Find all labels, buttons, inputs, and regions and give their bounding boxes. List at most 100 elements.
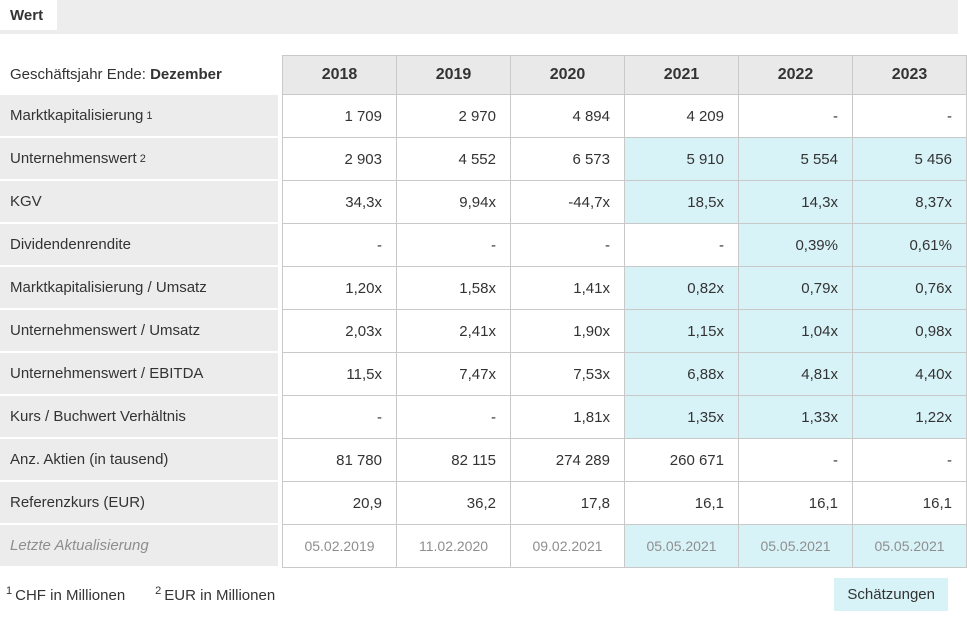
value-cell: 274 289 xyxy=(510,439,624,482)
row-label: Marktkapitalisierung 1 xyxy=(0,95,278,138)
value-cell: 16,1 xyxy=(852,482,967,525)
estimate-cell: 1,33x xyxy=(738,396,852,439)
year-header: 2020 xyxy=(510,55,624,95)
value-cell: 4 552 xyxy=(396,138,510,181)
value-cell: 1,41x xyxy=(510,267,624,310)
footnotes: 1 CHF in Millionen 2 EUR in Millionen xyxy=(6,585,275,604)
footnote-chf: 1 CHF in Millionen xyxy=(6,585,125,604)
value-cell: - xyxy=(738,439,852,482)
value-cell: 11.02.2020 xyxy=(396,525,510,568)
row-label: Dividendenrendite xyxy=(0,224,278,267)
table-row: KGV 34,3x 9,94x -44,7x 18,5x 14,3x 8,37x xyxy=(0,181,967,224)
value-cell: - xyxy=(624,224,738,267)
row-label: Unternehmenswert / Umsatz xyxy=(0,310,278,353)
value-cell: -44,7x xyxy=(510,181,624,224)
value-cell: - xyxy=(396,224,510,267)
table-row: Dividendenrendite - - - -0,39% 0,61% xyxy=(0,224,967,267)
value-cell: 4 894 xyxy=(510,95,624,138)
row-label: Anz. Aktien (in tausend) xyxy=(0,439,278,482)
estimate-cell: 18,5x xyxy=(624,181,738,224)
value-cell: 17,8 xyxy=(510,482,624,525)
value-cell: 36,2 xyxy=(396,482,510,525)
estimate-cell: 05.05.2021 xyxy=(738,525,852,568)
value-cell: - xyxy=(510,224,624,267)
value-cell: 1 709 xyxy=(282,95,396,138)
table-footer: 1 CHF in Millionen 2 EUR in Millionen Schä… xyxy=(0,578,967,611)
year-header: 2018 xyxy=(282,55,396,95)
value-cell: 260 671 xyxy=(624,439,738,482)
row-label: Marktkapitalisierung / Umsatz xyxy=(0,267,278,310)
estimate-cell: 0,76x xyxy=(852,267,967,310)
section-tabbar: Wert xyxy=(0,0,958,34)
value-cell: 4 209 xyxy=(624,95,738,138)
table-row: Marktkapitalisierung / Umsatz 1,20x 1,58x 1… xyxy=(0,267,967,310)
row-label: Referenzkurs (EUR) xyxy=(0,482,278,525)
value-cell: 9,94x xyxy=(396,181,510,224)
estimate-cell: 0,98x xyxy=(852,310,967,353)
table-row: Anz. Aktien (in tausend) 81 780 82 115 274 … xyxy=(0,439,967,482)
estimate-cell: 0,39% xyxy=(738,224,852,267)
estimate-cell: 0,79x xyxy=(738,267,852,310)
value-cell: 16,1 xyxy=(624,482,738,525)
value-cell: 05.02.2019 xyxy=(282,525,396,568)
estimate-cell: 1,35x xyxy=(624,396,738,439)
row-label: KGV xyxy=(0,181,278,224)
estimate-cell: 6,88x xyxy=(624,353,738,396)
fiscal-year-prefix: Geschäftsjahr Ende: xyxy=(10,65,146,83)
value-cell: 6 573 xyxy=(510,138,624,181)
estimate-cell: 5 554 xyxy=(738,138,852,181)
estimate-cell: 1,15x xyxy=(624,310,738,353)
footnote-eur: 2 EUR in Millionen xyxy=(155,585,275,604)
value-cell: 81 780 xyxy=(282,439,396,482)
estimate-cell: 1,04x xyxy=(738,310,852,353)
fiscal-year-month: Dezember xyxy=(150,65,222,83)
footnote-chf-text: CHF in Millionen xyxy=(15,587,126,604)
year-header: 2023 xyxy=(852,55,967,95)
estimate-cell: 14,3x xyxy=(738,181,852,224)
table-row: Unternehmenswert / Umsatz 2,03x 2,41x 1,90x… xyxy=(0,310,967,353)
fiscal-year-end-label: Geschäftsjahr Ende: Dezember xyxy=(0,55,278,95)
value-cell: 7,53x xyxy=(510,353,624,396)
footnote-chf-sup: 1 xyxy=(6,585,13,597)
tab-wert[interactable]: Wert xyxy=(0,0,58,30)
table-row: Referenzkurs (EUR) 20,9 36,2 17,8 16,1 16,1 16… xyxy=(0,482,967,525)
estimates-badge: Schätzungen xyxy=(834,578,948,611)
value-cell: - xyxy=(738,95,852,138)
footnote-eur-text: EUR in Millionen xyxy=(164,587,276,604)
value-cell: 2,03x xyxy=(282,310,396,353)
estimate-cell: 05.05.2021 xyxy=(624,525,738,568)
estimate-cell: 1,22x xyxy=(852,396,967,439)
value-cell: 1,58x xyxy=(396,267,510,310)
year-header: 2019 xyxy=(396,55,510,95)
value-cell: 11,5x xyxy=(282,353,396,396)
value-cell: - xyxy=(282,224,396,267)
value-cell: 34,3x xyxy=(282,181,396,224)
row-label: Letzte Aktualisierung xyxy=(0,525,278,568)
value-cell: - xyxy=(852,95,967,138)
valuation-table: Geschäftsjahr Ende: Dezember 2018 2019 202… xyxy=(0,55,967,568)
value-cell: - xyxy=(396,396,510,439)
estimate-cell: 0,82x xyxy=(624,267,738,310)
table-row: Unternehmenswert 2 2 903 4 552 6 573 5 910 5 5… xyxy=(0,138,967,181)
estimate-cell: 4,81x xyxy=(738,353,852,396)
value-cell: 2,41x xyxy=(396,310,510,353)
row-label: Unternehmenswert 2 xyxy=(0,138,278,181)
page: Wert Geschäftsjahr Ende: Dezember 2018 20… xyxy=(0,0,967,611)
estimate-cell: 0,61% xyxy=(852,224,967,267)
row-label: Kurs / Buchwert Verhältnis xyxy=(0,396,278,439)
estimate-cell: 4,40x xyxy=(852,353,967,396)
value-cell: 2 970 xyxy=(396,95,510,138)
value-cell: 7,47x xyxy=(396,353,510,396)
table-header-row: Geschäftsjahr Ende: Dezember 2018 2019 202… xyxy=(0,55,967,95)
estimate-cell: 8,37x xyxy=(852,181,967,224)
estimate-cell: 5 910 xyxy=(624,138,738,181)
value-cell: 2 903 xyxy=(282,138,396,181)
value-cell: 20,9 xyxy=(282,482,396,525)
value-cell: 1,20x xyxy=(282,267,396,310)
table-row: Letzte Aktualisierung 05.02.2019 11.02.202… xyxy=(0,525,967,568)
value-cell: 1,81x xyxy=(510,396,624,439)
value-cell: 16,1 xyxy=(738,482,852,525)
tab-wert-label: Wert xyxy=(10,6,44,24)
year-header: 2022 xyxy=(738,55,852,95)
table-body: Marktkapitalisierung 1 1 709 2 970 4 894 4 20… xyxy=(0,95,967,568)
